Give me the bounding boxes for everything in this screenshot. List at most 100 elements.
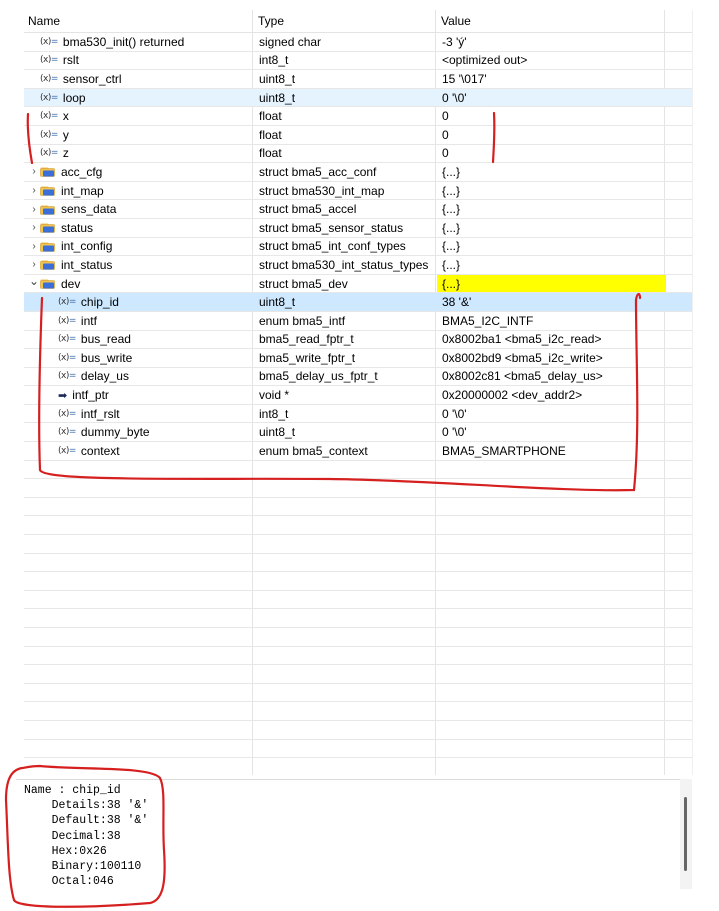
variable-row-sens-data[interactable]: › sens_data struct bma5_accel {...} [24, 200, 692, 219]
struct-folder-icon [40, 222, 55, 234]
details-scrollbar[interactable] [680, 779, 692, 889]
variable-name: int_map [61, 183, 104, 198]
column-header-row: Name Type Value [24, 10, 692, 33]
variable-value-text: 0 [442, 127, 449, 142]
variable-value-text: {...} [442, 276, 461, 291]
variable-row-sensor-ctrl[interactable]: (x)= sensor_ctrl uint8_t 15 '\017' [24, 70, 692, 89]
variable-value[interactable]: {...} [437, 274, 666, 293]
variable-row-delay-us[interactable]: (x)= delay_us bma5_delay_us_fptr_t 0x8002c8… [24, 368, 692, 387]
variable-value[interactable]: BMA5_SMARTPHONE [437, 442, 692, 460]
variable-row-rslt[interactable]: (x)= rslt int8_t <optimized out> [24, 52, 692, 71]
variable-row-intf[interactable]: (x)= intf enum bma5_intf BMA5_I2C_INTF [24, 312, 692, 331]
variable-name-cell: › acc_cfg [24, 165, 254, 179]
struct-folder-icon [40, 241, 55, 252]
variable-value[interactable]: BMA5_I2C_INTF [437, 312, 692, 330]
variable-value-text: 38 '&' [442, 295, 472, 310]
expand-chevron-right-icon[interactable]: › [28, 259, 40, 270]
vertical-scrollbar[interactable] [692, 10, 719, 775]
column-header-name[interactable]: Name [24, 10, 254, 33]
variable-row-x[interactable]: (x)= x float 0 [24, 107, 692, 126]
variable-icon: (x)= [40, 129, 58, 140]
variable-value-text: -3 'ý' [442, 34, 467, 49]
variable-value-text: 0 [442, 146, 449, 161]
variable-value[interactable]: {...} [437, 219, 692, 237]
variable-row-dev[interactable]: ⌄ dev struct bma5_dev {...} [24, 274, 692, 294]
variable-value[interactable]: 0x8002c81 <bma5_delay_us> [437, 368, 692, 386]
variable-value[interactable]: 0x8002ba1 <bma5_i2c_read> [437, 331, 692, 349]
variable-value[interactable]: {...} [437, 238, 692, 256]
empty-row [24, 461, 692, 480]
variable-icon: (x)= [58, 352, 76, 363]
variable-value-text: 0x8002bd9 <bma5_i2c_write> [442, 350, 603, 365]
variable-name-cell: (x)= rslt [24, 53, 254, 67]
variable-type: struct bma530_int_status_types [259, 257, 429, 272]
details-text: Name : chip_id Details:38 '&' Default:38… [24, 783, 148, 889]
variable-type: signed char [259, 34, 322, 49]
variable-row-bus-write[interactable]: (x)= bus_write bma5_write_fptr_t 0x8002bd9 … [24, 349, 692, 368]
variable-row-z[interactable]: (x)= z float 0 [24, 145, 692, 164]
variable-type: uint8_t [259, 71, 296, 86]
variable-row-bma530-init-returned[interactable]: (x)= bma530_init() returned signed char -3 … [24, 33, 692, 52]
variable-value[interactable]: 0 '\0' [437, 89, 692, 107]
variable-value[interactable]: 0 [437, 107, 692, 125]
expand-chevron-down-icon[interactable]: ⌄ [28, 277, 40, 288]
variable-value[interactable]: -3 'ý' [437, 33, 692, 51]
variable-row-bus-read[interactable]: (x)= bus_read bma5_read_fptr_t 0x8002ba1 <b… [24, 331, 692, 350]
variable-value[interactable]: 0 [437, 126, 692, 144]
empty-row [24, 609, 692, 628]
struct-folder-icon [40, 204, 55, 215]
variable-icon: (x)= [58, 297, 76, 308]
variable-value[interactable]: 0x20000002 <dev_addr2> [437, 386, 692, 404]
variable-row-context[interactable]: (x)= context enum bma5_context BMA5_SMARTPH… [24, 442, 692, 461]
variable-row-chip-id[interactable]: (x)= chip_id uint8_t 38 '&' [24, 293, 692, 312]
variable-row-acc-cfg[interactable]: › acc_cfg struct bma5_acc_conf {...} [24, 163, 692, 182]
expand-chevron-right-icon[interactable]: › [28, 166, 40, 177]
variable-type: int8_t [259, 406, 289, 421]
variable-value[interactable]: {...} [437, 163, 692, 181]
variable-name: status [61, 220, 94, 235]
variable-row-int-config[interactable]: › int_config struct bma5_int_conf_types {..… [24, 238, 692, 257]
variable-value-text: 0x8002c81 <bma5_delay_us> [442, 369, 603, 384]
expand-chevron-right-icon[interactable]: › [28, 222, 40, 233]
variable-value[interactable]: 0 [437, 145, 692, 163]
variable-value[interactable]: {...} [437, 256, 692, 274]
variable-value[interactable]: <optimized out> [437, 52, 692, 70]
variable-name-cell: (x)= z [24, 146, 254, 160]
variable-row-y[interactable]: (x)= y float 0 [24, 126, 692, 145]
column-header-type[interactable]: Type [254, 10, 437, 33]
pointer-arrow-icon: ➡ [58, 389, 68, 402]
variable-value[interactable]: 38 '&' [437, 293, 692, 311]
expand-chevron-right-icon[interactable]: › [28, 185, 40, 196]
expand-chevron-right-icon[interactable]: › [28, 241, 40, 252]
variable-row-loop[interactable]: (x)= loop uint8_t 0 '\0' [24, 88, 692, 108]
empty-row [24, 554, 692, 573]
variable-row-status[interactable]: › status struct bma5_sensor_status {...} [24, 219, 692, 238]
variable-name: bma530_init() returned [62, 34, 185, 49]
variable-name: y [62, 127, 69, 142]
variable-value[interactable]: 15 '\017' [437, 70, 692, 88]
variable-value[interactable]: {...} [437, 182, 692, 200]
variable-row-intf-ptr[interactable]: ➡ intf_ptr void * 0x20000002 <dev_addr2> [24, 386, 692, 405]
variable-value[interactable]: 0 '\0' [437, 423, 692, 441]
variable-name: chip_id [80, 295, 119, 310]
variable-value[interactable]: 0x8002bd9 <bma5_i2c_write> [437, 349, 692, 367]
variable-row-int-map[interactable]: › int_map struct bma530_int_map {...} [24, 182, 692, 201]
variable-value-text: 0x8002ba1 <bma5_i2c_read> [442, 332, 602, 347]
variable-row-intf-rslt[interactable]: (x)= intf_rslt int8_t 0 '\0' [24, 405, 692, 424]
variable-row-dummy-byte[interactable]: (x)= dummy_byte uint8_t 0 '\0' [24, 423, 692, 443]
variable-type: enum bma5_intf [259, 313, 346, 328]
expand-chevron-right-icon[interactable]: › [28, 204, 40, 215]
column-header-value[interactable]: Value [437, 10, 692, 33]
variable-name-cell: (x)= bma530_init() returned [24, 35, 254, 49]
variable-name: bus_read [80, 332, 131, 347]
variable-value[interactable]: {...} [437, 200, 692, 218]
empty-row [24, 740, 692, 759]
variable-icon: (x)= [40, 111, 58, 122]
variable-name: int_config [61, 239, 113, 254]
variable-name: z [62, 146, 69, 161]
details-scrollbar-thumb[interactable] [684, 797, 687, 871]
variable-value[interactable]: 0 '\0' [437, 405, 692, 423]
variable-row-int-status[interactable]: › int_status struct bma530_int_status_type… [24, 256, 692, 275]
variable-type: float [259, 109, 282, 124]
variable-value-text: 0 '\0' [442, 425, 467, 440]
